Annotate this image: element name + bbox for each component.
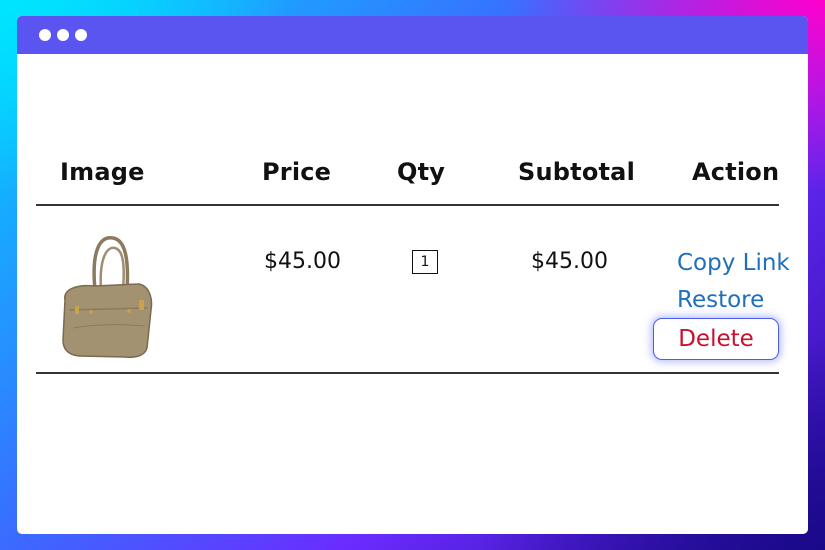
delete-button[interactable]: Delete (653, 318, 779, 360)
window-titlebar (17, 16, 808, 54)
handbag-icon (62, 236, 153, 358)
browser-window: Image Price Qty Subtotal Action $45.00 1… (17, 16, 808, 534)
window-dot-icon[interactable] (75, 29, 87, 41)
header-qty: Qty (397, 158, 446, 186)
item-price: $45.00 (264, 249, 341, 274)
restore-button[interactable]: Restore (677, 287, 764, 313)
quantity-input[interactable]: 1 (412, 250, 438, 274)
header-divider (36, 204, 779, 206)
row-divider (36, 372, 779, 374)
copy-link-button[interactable]: Copy Link (677, 250, 790, 276)
header-image: Image (60, 158, 145, 186)
window-dot-icon[interactable] (39, 29, 51, 41)
header-action: Action (692, 158, 780, 186)
header-price: Price (262, 158, 332, 186)
item-subtotal: $45.00 (531, 249, 608, 274)
header-subtotal: Subtotal (518, 158, 636, 186)
window-dot-icon[interactable] (57, 29, 69, 41)
